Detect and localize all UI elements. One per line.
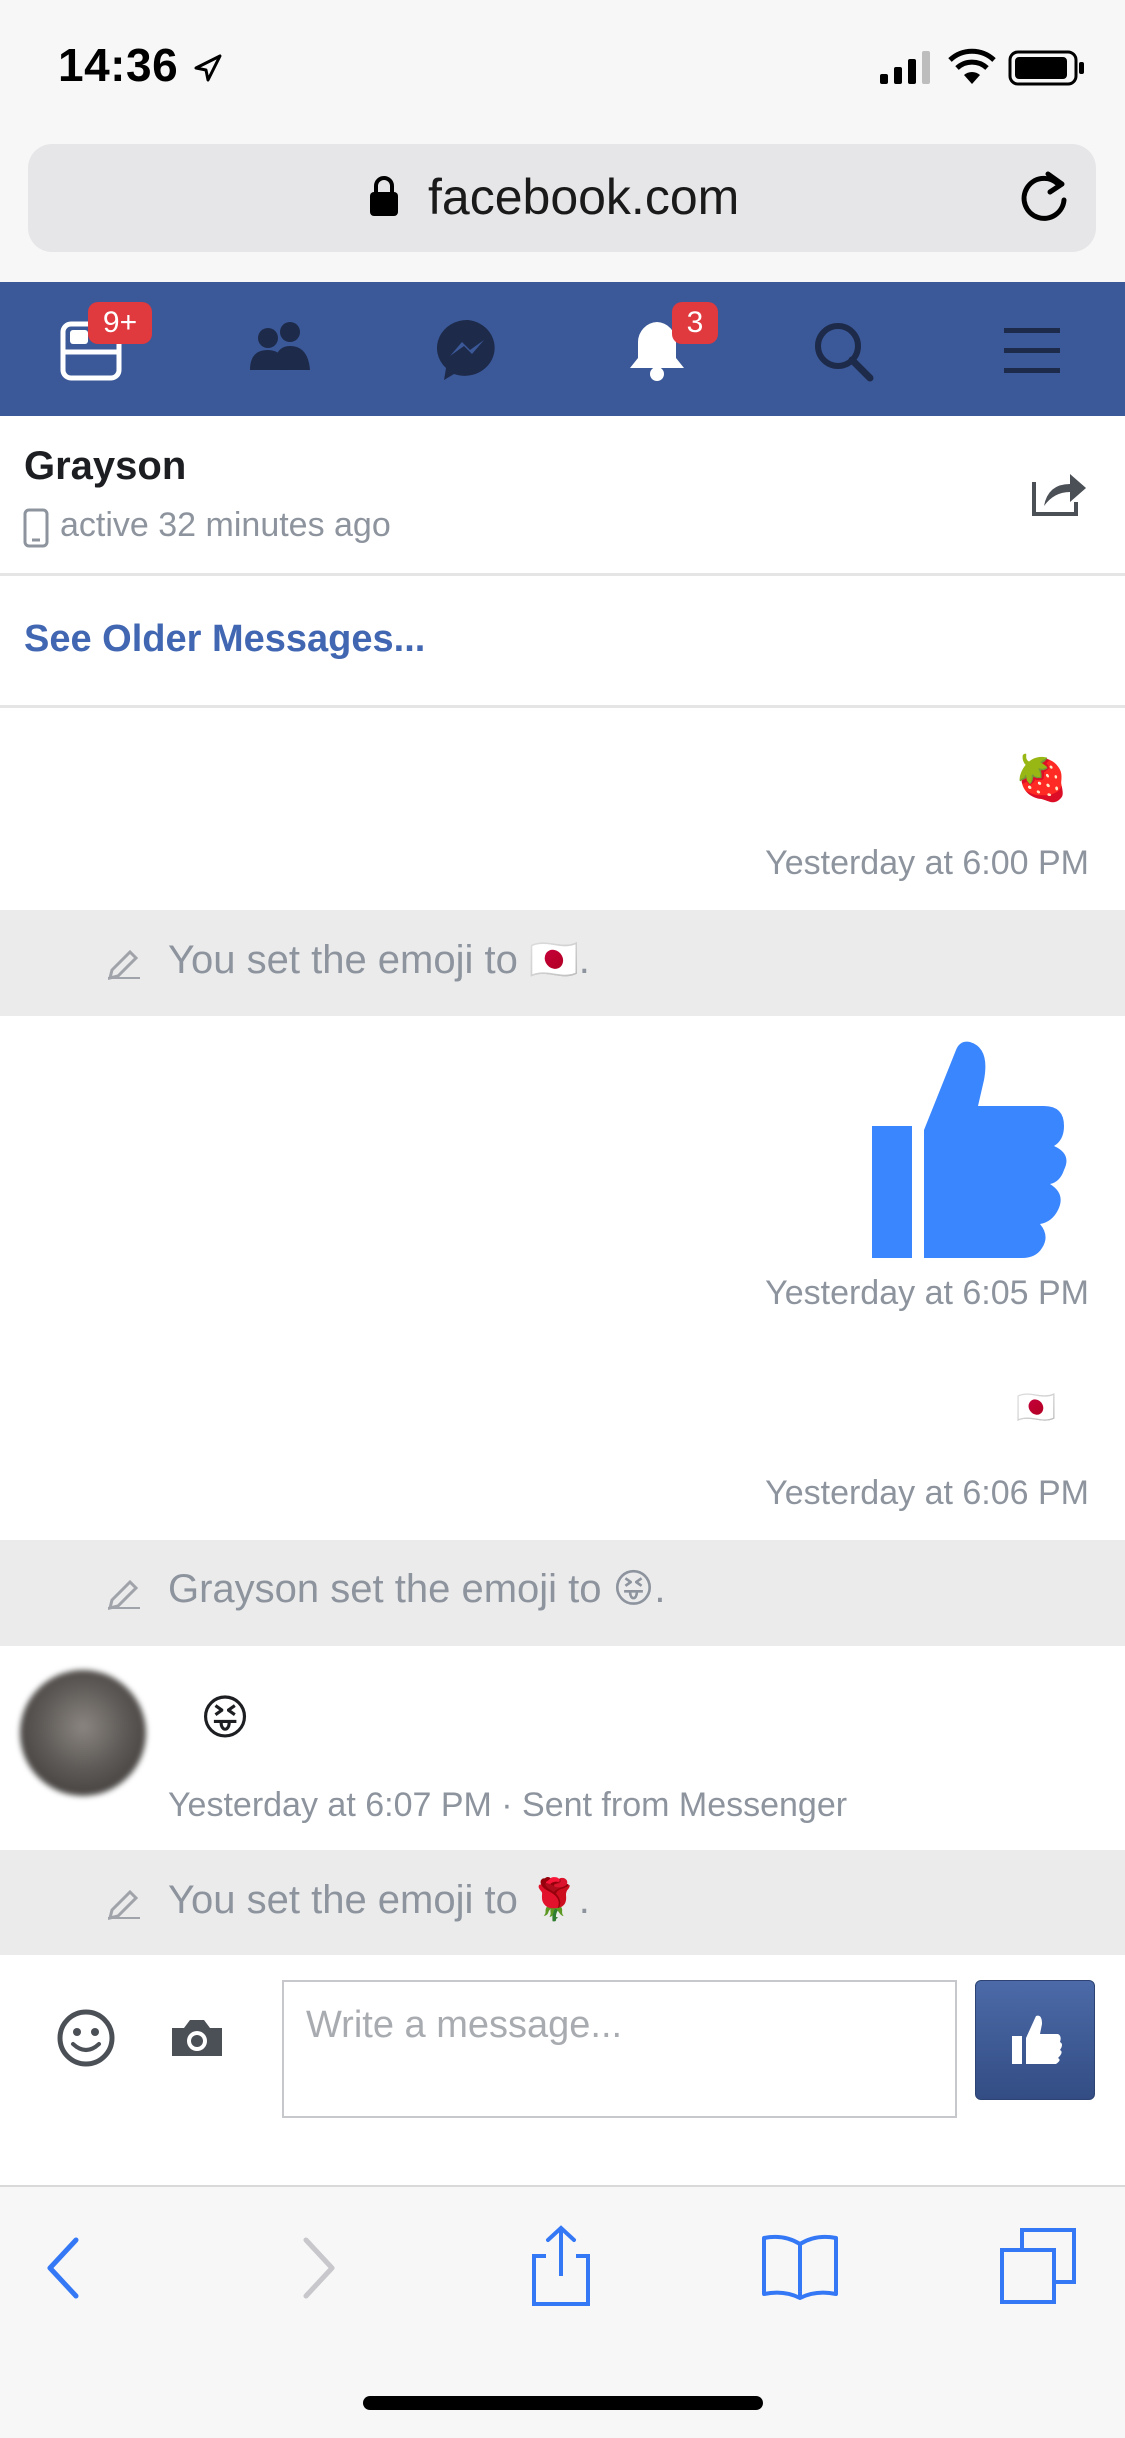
messenger-icon[interactable] [436,318,500,382]
tabs-icon[interactable] [1000,2228,1078,2304]
friends-icon[interactable] [248,320,314,372]
system-message-text: You set the emoji to 🌹. [168,1878,590,1922]
forward-chevron-icon[interactable] [298,2236,338,2300]
pencil-icon [107,1579,140,1610]
cellular-signal-icon [880,51,930,84]
message-timestamp: Yesterday at 6:00 PM [765,844,1089,882]
facebook-nav-bar [0,282,1125,416]
message-emoji: 🇯🇵 [1016,1389,1056,1425]
message-emoji: 😝 [200,1692,251,1745]
back-chevron-icon[interactable] [44,2236,84,2300]
emoji-picker-icon[interactable] [56,2008,116,2068]
url-text[interactable]: facebook.com [428,168,739,226]
status-time: 14:36 [58,39,179,91]
message-timestamp: Yesterday at 6:06 PM [765,1474,1089,1512]
system-message-text: Grayson set the emoji to 😝. [168,1567,666,1611]
avatar[interactable] [20,1670,146,1796]
share-sheet-icon[interactable] [530,2224,592,2308]
lock-icon [370,176,398,216]
system-message-text: You set the emoji to 🇯🇵. [168,938,590,982]
menu-icon[interactable] [1002,326,1062,376]
thumbs-up-icon [1012,2015,1062,2064]
search-icon[interactable] [812,320,874,382]
feed-badge: 9+ [88,302,152,344]
location-arrow-icon [194,54,222,82]
camera-icon[interactable] [168,2016,226,2060]
share-icon[interactable] [1030,466,1088,518]
see-older-messages-link[interactable]: See Older Messages... [24,618,425,661]
header-divider [0,573,1125,576]
thumbs-up-icon [872,1041,1067,1258]
home-indicator[interactable] [363,2396,763,2410]
message-timestamp: Yesterday at 6:05 PM [765,1274,1089,1312]
message-emoji: 🍓 [1014,754,1069,803]
notifications-badge: 3 [672,302,718,344]
presence-status: active 32 minutes ago [60,506,391,544]
reload-icon[interactable] [1018,170,1070,224]
pencil-icon [107,1889,140,1920]
message-timestamp: Yesterday at 6:07 PM · Sent from Messeng… [168,1786,848,1824]
bookmarks-icon[interactable] [760,2232,840,2300]
wifi-icon [948,48,996,84]
battery-icon [1008,50,1084,86]
message-input[interactable]: Write a message... [282,1980,957,2118]
mobile-phone-icon [23,508,49,548]
older-divider [0,705,1125,708]
contact-name[interactable]: Grayson [24,444,186,489]
pencil-icon [107,949,140,980]
